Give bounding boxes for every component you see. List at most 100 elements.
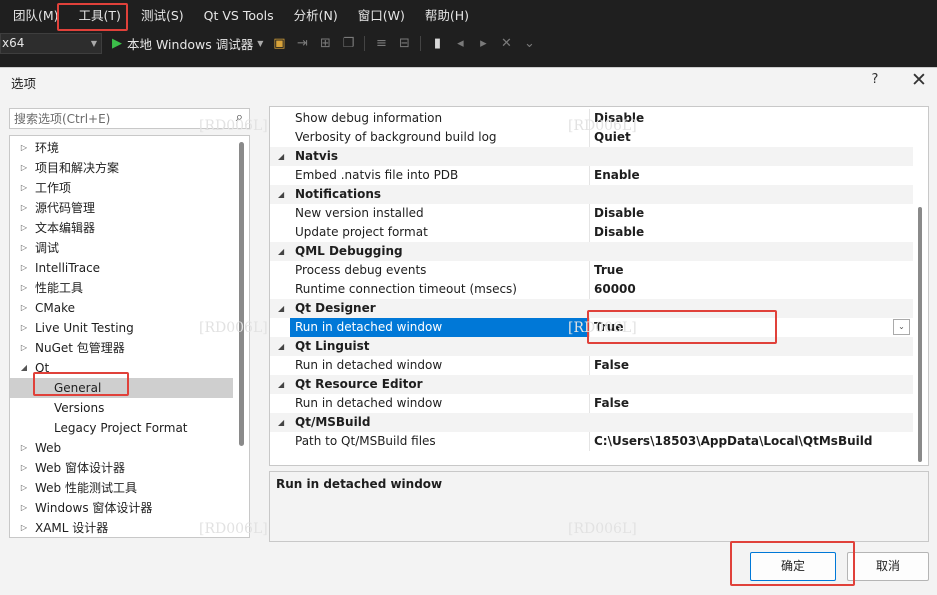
tree-item[interactable]: ▷ 项目和解决方案	[10, 158, 233, 178]
chevron-right-icon[interactable]: ▷	[19, 218, 29, 238]
property-row[interactable]: Process debug events True	[270, 261, 913, 280]
menu-help[interactable]: 帮助(H)	[415, 0, 479, 31]
property-row[interactable]: Update project format Disable	[270, 223, 913, 242]
property-value[interactable]: Quiet	[594, 128, 631, 147]
property-category[interactable]: ◢ Notifications	[270, 185, 913, 204]
chevron-right-icon[interactable]: ▷	[19, 138, 29, 158]
search-input[interactable]	[10, 109, 220, 128]
browse-icon[interactable]: ▣	[272, 31, 286, 56]
menu-analyze[interactable]: 分析(N)	[284, 0, 348, 31]
property-value[interactable]: False	[594, 394, 629, 413]
tree-item[interactable]: ▷ Web 窗体设计器	[10, 458, 233, 478]
menu-tools[interactable]: 工具(T)	[69, 0, 131, 31]
cancel-button[interactable]: 取消	[847, 552, 929, 581]
bookmark-icon[interactable]: ▮	[430, 31, 444, 56]
search-icon[interactable]: ⌕	[236, 110, 243, 125]
tree-child-item[interactable]: Versions	[10, 398, 233, 418]
property-row[interactable]: New version installed Disable	[270, 204, 913, 223]
tree-scrollbar[interactable]	[239, 142, 244, 446]
ok-button[interactable]: 确定	[750, 552, 836, 581]
copy-icon[interactable]: ❐	[341, 31, 355, 56]
property-value[interactable]: True	[594, 261, 623, 280]
chevron-right-icon[interactable]: ▷	[19, 278, 29, 298]
tree-item[interactable]: ▷ 调试	[10, 238, 233, 258]
property-row[interactable]: Run in detached window True ⌄	[270, 318, 913, 337]
tree-child-item[interactable]: Legacy Project Format	[10, 418, 233, 438]
chevron-right-icon[interactable]: ▷	[19, 238, 29, 258]
chevron-down-icon[interactable]: ◢	[278, 299, 284, 318]
chevron-right-icon[interactable]: ▷	[19, 318, 29, 338]
help-icon[interactable]: ?	[868, 72, 882, 87]
tree-item[interactable]: ▷ 工作项	[10, 178, 233, 198]
property-category[interactable]: ◢ Qt Resource Editor	[270, 375, 913, 394]
tree-child-item[interactable]: General	[10, 378, 233, 398]
tree-item[interactable]: ▷ XAML 设计器	[10, 518, 233, 537]
chevron-right-icon[interactable]: ▷	[19, 158, 29, 178]
property-row[interactable]: Verbosity of background build log Quiet	[270, 128, 913, 147]
comment-icon[interactable]: ≡	[374, 31, 388, 56]
property-row[interactable]: Path to Qt/MSBuild files C:\Users\18503\A…	[270, 432, 913, 451]
tree-item[interactable]: ◢ Qt	[10, 358, 233, 378]
chevron-right-icon[interactable]: ▷	[19, 438, 29, 458]
menu-test[interactable]: 测试(S)	[131, 0, 194, 31]
tree-item[interactable]: ▷ CMake	[10, 298, 233, 318]
property-value[interactable]: C:\Users\18503\AppData\Local\QtMsBuild	[594, 432, 872, 451]
prev-bookmark-icon[interactable]: ◂	[453, 31, 467, 56]
clear-bookmarks-icon[interactable]: ✕	[499, 31, 513, 56]
property-category[interactable]: ◢ Qt Designer	[270, 299, 913, 318]
chevron-down-icon[interactable]: ◢	[278, 375, 284, 394]
tree-item[interactable]: ▷ 性能工具	[10, 278, 233, 298]
chevron-right-icon[interactable]: ▷	[19, 498, 29, 518]
tree-item[interactable]: ▷ 环境	[10, 138, 233, 158]
tree-item[interactable]: ▷ Live Unit Testing	[10, 318, 233, 338]
property-category[interactable]: ◢ Natvis	[270, 147, 913, 166]
tree-item[interactable]: ▷ 源代码管理	[10, 198, 233, 218]
tree-item[interactable]: ▷ NuGet 包管理器	[10, 338, 233, 358]
chevron-right-icon[interactable]: ▷	[19, 258, 29, 278]
menu-window[interactable]: 窗口(W)	[348, 0, 415, 31]
chevron-right-icon[interactable]: ▷	[19, 478, 29, 498]
property-row[interactable]: Embed .natvis file into PDB Enable	[270, 166, 913, 185]
property-value[interactable]: Disable	[594, 204, 644, 223]
property-row[interactable]: Show debug information Disable	[270, 109, 913, 128]
chevron-right-icon[interactable]: ▷	[19, 518, 29, 537]
tree-item[interactable]: ▷ 文本编辑器	[10, 218, 233, 238]
chevron-right-icon[interactable]: ▷	[19, 178, 29, 198]
chevron-down-icon[interactable]: ◢	[19, 358, 29, 378]
property-row[interactable]: Run in detached window False	[270, 394, 913, 413]
tree-item[interactable]: ▷ Web 性能测试工具	[10, 478, 233, 498]
platform-dropdown[interactable]: x64 ▼	[0, 33, 102, 54]
chevron-down-icon[interactable]: ◢	[278, 242, 284, 261]
chevron-down-icon[interactable]: ◢	[278, 147, 284, 166]
menu-team[interactable]: 团队(M)	[0, 0, 69, 31]
chevron-right-icon[interactable]: ▷	[19, 338, 29, 358]
chevron-right-icon[interactable]: ▷	[19, 298, 29, 318]
uncomment-icon[interactable]: ⊟	[397, 31, 411, 56]
property-value[interactable]: False	[594, 356, 629, 375]
property-value[interactable]: 60000	[594, 280, 636, 299]
property-value[interactable]: Disable	[594, 109, 644, 128]
start-debugging-button[interactable]: ▶ 本地 Windows 调试器 ▼	[112, 34, 263, 53]
chevron-right-icon[interactable]: ▷	[19, 458, 29, 478]
tree-item[interactable]: ▷ Windows 窗体设计器	[10, 498, 233, 518]
close-icon[interactable]: ✕	[908, 70, 930, 92]
value-dropdown-button[interactable]: ⌄	[893, 319, 910, 335]
property-value[interactable]: Disable	[594, 223, 644, 242]
chevron-down-icon[interactable]: ◢	[278, 185, 284, 204]
property-row[interactable]: Run in detached window False	[270, 356, 913, 375]
grid-scrollbar[interactable]	[918, 207, 922, 462]
next-bookmark-icon[interactable]: ▸	[476, 31, 490, 56]
property-category[interactable]: ◢ QML Debugging	[270, 242, 913, 261]
tree-item[interactable]: ▷ IntelliTrace	[10, 258, 233, 278]
menu-qt-vs-tools[interactable]: Qt VS Tools	[194, 0, 284, 31]
property-category[interactable]: ◢ Qt Linguist	[270, 337, 913, 356]
chevron-down-icon[interactable]: ◢	[278, 337, 284, 356]
hierarchy-icon[interactable]: ⊞	[318, 31, 332, 56]
property-value[interactable]: True	[594, 318, 623, 337]
chevron-down-icon[interactable]: ◢	[278, 413, 284, 432]
overflow-icon[interactable]: ⌄	[522, 31, 536, 56]
step-icon[interactable]: ⇥	[295, 31, 309, 56]
chevron-right-icon[interactable]: ▷	[19, 198, 29, 218]
property-category[interactable]: ◢ Qt/MSBuild	[270, 413, 913, 432]
property-row[interactable]: Runtime connection timeout (msecs) 60000	[270, 280, 913, 299]
